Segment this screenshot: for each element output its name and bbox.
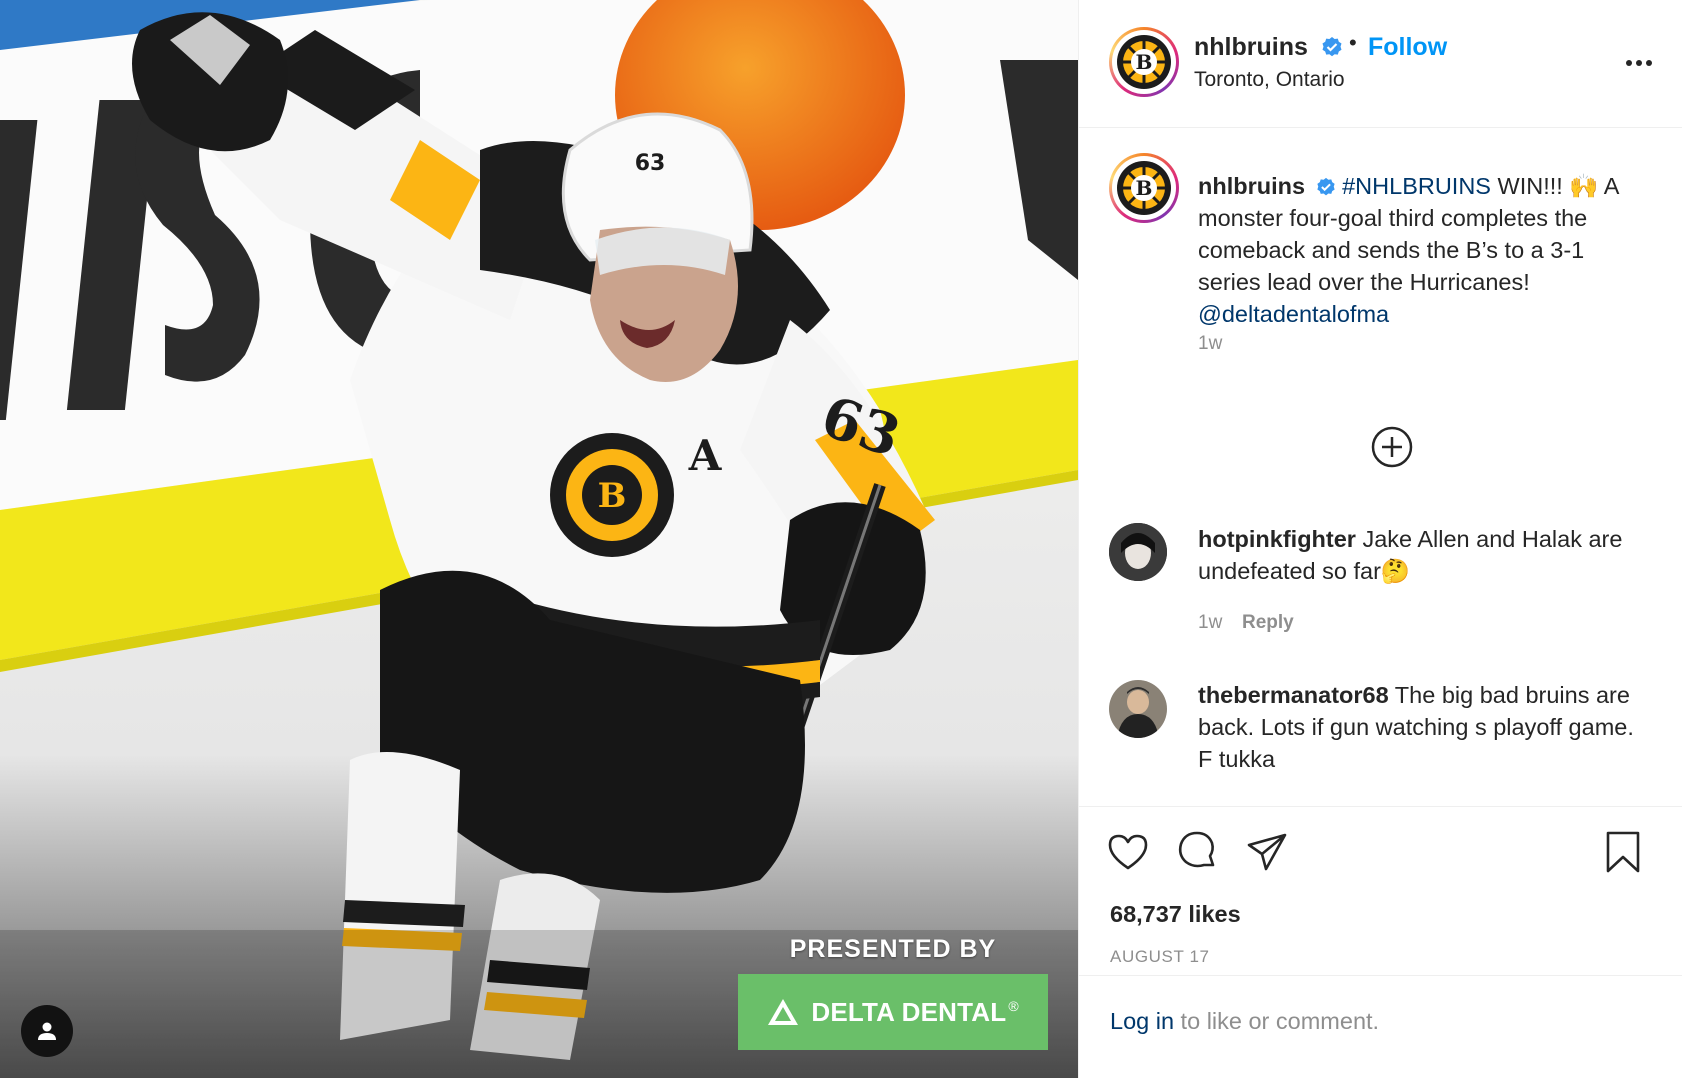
- reply-button[interactable]: Reply: [1242, 612, 1294, 634]
- login-prompt-text: to like or comment.: [1174, 1008, 1380, 1034]
- captain-letter: A: [688, 431, 723, 480]
- likes-count[interactable]: 68,737 likes: [1110, 901, 1241, 928]
- svg-text:B: B: [1136, 50, 1153, 74]
- load-more-comments-icon[interactable]: [1370, 425, 1414, 469]
- follow-separator: •: [1349, 30, 1357, 55]
- bruins-logo-icon: B: [1117, 35, 1171, 89]
- caption-username[interactable]: nhlbruins: [1198, 173, 1305, 199]
- comment-username[interactable]: hotpinkfighter: [1198, 526, 1356, 552]
- verified-badge-icon: [1322, 37, 1342, 57]
- caption-avatar[interactable]: B: [1109, 153, 1179, 223]
- instagram-post-page: B 63 A 63 PRESENTED BY DELTA DENTAL ® B …: [0, 0, 1682, 1078]
- svg-text:B: B: [598, 476, 627, 516]
- more-options-button[interactable]: [1619, 48, 1659, 78]
- like-heart-icon[interactable]: [1105, 829, 1151, 875]
- presented-by-label: PRESENTED BY: [789, 935, 997, 963]
- sponsor-overlay: PRESENTED BY DELTA DENTAL ®: [738, 935, 1048, 1050]
- comment-timestamp[interactable]: 1w: [1198, 612, 1222, 634]
- login-prompt: Log in to like or comment.: [1110, 1008, 1379, 1035]
- post-date[interactable]: AUGUST 17: [1110, 947, 1210, 967]
- comment-avatar[interactable]: [1109, 680, 1167, 738]
- delta-dental-label: DELTA DENTAL: [811, 996, 1007, 1027]
- login-link[interactable]: Log in: [1110, 1008, 1174, 1034]
- svg-text:B: B: [1136, 176, 1153, 200]
- helmet-number: 63: [635, 151, 666, 176]
- comment-bubble-icon[interactable]: [1174, 829, 1220, 875]
- user-tag-icon: [38, 1022, 56, 1040]
- header-username-text[interactable]: nhlbruins: [1194, 33, 1308, 61]
- registered-mark: ®: [1008, 998, 1019, 1014]
- comment-item: thebermanator68 The big bad bruins are b…: [1198, 679, 1648, 775]
- post-header: B nhlbruins • Follow Toronto, Ontario: [1079, 0, 1682, 128]
- comment-username[interactable]: thebermanator68: [1198, 682, 1389, 708]
- header-username[interactable]: nhlbruins: [1194, 33, 1343, 62]
- jersey-crest: B: [550, 433, 674, 557]
- caption-mention[interactable]: @deltadentalofma: [1198, 301, 1389, 327]
- tagged-users-button[interactable]: [21, 1005, 73, 1057]
- post-actions-section: 68,737 likes AUGUST 17: [1079, 806, 1682, 976]
- avatar-photo: [1109, 680, 1167, 738]
- bruins-logo-icon: B: [1117, 161, 1171, 215]
- header-avatar[interactable]: B: [1109, 27, 1179, 97]
- follow-button[interactable]: Follow: [1368, 33, 1447, 62]
- post-photo: B 63 A 63: [0, 0, 1078, 1078]
- delta-dental-triangle-icon: [768, 999, 799, 1025]
- post-media[interactable]: B 63 A 63 PRESENTED BY DELTA DENTAL ®: [0, 0, 1078, 1078]
- avatar-photo: [1109, 523, 1167, 581]
- share-send-icon[interactable]: [1244, 829, 1290, 875]
- post-side-panel: B nhlbruins • Follow Toronto, Ontario B …: [1078, 0, 1682, 1078]
- caption-hashtag[interactable]: #NHLBRUINS: [1342, 173, 1491, 199]
- location-link[interactable]: Toronto, Ontario: [1194, 68, 1345, 92]
- save-bookmark-icon[interactable]: [1600, 829, 1646, 875]
- more-options-icon: [1626, 60, 1632, 66]
- caption-timestamp[interactable]: 1w: [1198, 333, 1222, 355]
- comment-avatar[interactable]: [1109, 523, 1167, 581]
- comment-item: hotpinkfighter Jake Allen and Halak are …: [1198, 523, 1648, 587]
- post-caption: nhlbruins #NHLBRUINS WIN!!! 🙌 A monster …: [1198, 170, 1648, 330]
- verified-badge-icon: [1316, 177, 1335, 196]
- delta-dental-logo: DELTA DENTAL ®: [738, 974, 1048, 1050]
